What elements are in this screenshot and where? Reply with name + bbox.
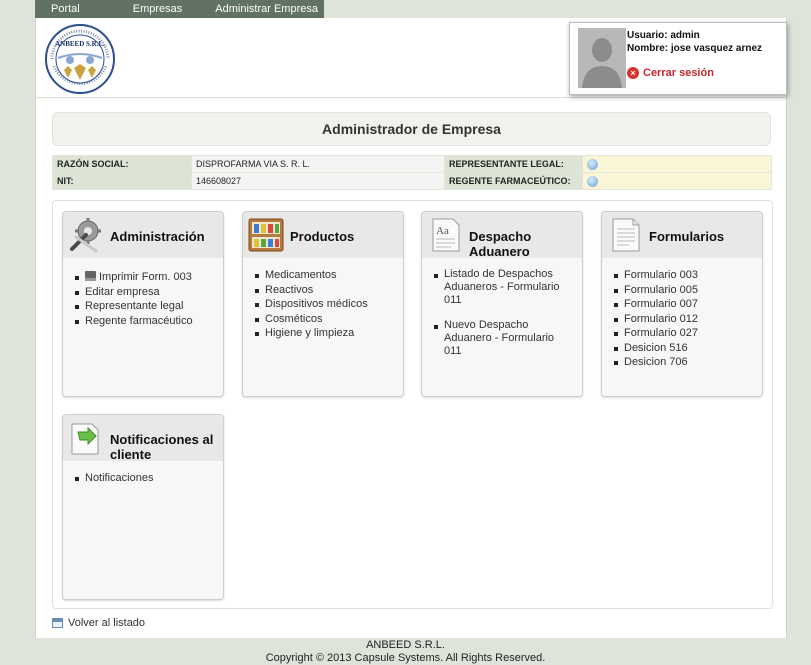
company-info-table: RAZÓN SOCIAL: DISPROFARMA VIA S. R. L. R… [52, 155, 772, 190]
link-formulario-012[interactable]: Formulario 012 [614, 312, 762, 327]
razon-social-label: RAZÓN SOCIAL: [52, 155, 192, 173]
info-icon[interactable] [587, 175, 598, 187]
card-title: Productos [290, 229, 355, 244]
nav-empresas[interactable]: Empresas [133, 0, 183, 18]
nit-value: 146608027 [191, 172, 445, 190]
link-notificaciones[interactable]: Notificaciones [75, 471, 223, 486]
shelf-products-icon [248, 218, 284, 252]
settings-tools-icon [70, 218, 101, 253]
calendar-icon [52, 618, 63, 628]
razon-social-value: DISPROFARMA VIA S. R. L. [191, 155, 445, 173]
link-editar-empresa[interactable]: Editar empresa [75, 285, 223, 300]
document-font-icon: Aa [432, 218, 460, 252]
document-icon [612, 218, 640, 252]
card-header: Productos [243, 212, 403, 258]
card-title: Administración [110, 229, 205, 244]
avatar [578, 28, 626, 88]
page-container: ANBEED S.R.L. Usuario: admin Nombre: jos… [35, 18, 787, 638]
link-nuevo-despacho[interactable]: Nuevo Despacho Aduanero - Formulario 011 [434, 319, 582, 358]
link-cosmeticos[interactable]: Cosméticos [255, 312, 403, 327]
modules-panel: Administración Imprimir Form. 003 Editar… [52, 200, 773, 609]
link-representante-legal[interactable]: Representante legal [75, 299, 223, 314]
nav-administrar-empresa[interactable]: Administrar Empresa [215, 0, 318, 18]
card-header: Formularios [602, 212, 762, 258]
svg-text:ANBEED S.R.L.: ANBEED S.R.L. [55, 40, 105, 48]
user-panel: Usuario: admin Nombre: jose vasquez arne… [569, 22, 787, 95]
card-header: Notificaciones al cliente [63, 415, 223, 462]
link-dispositivos-medicos[interactable]: Dispositivos médicos [255, 297, 403, 312]
footer-copyright: Copyright © 2013 Capsule Systems. All Ri… [265, 652, 546, 664]
logout-link[interactable]: × Cerrar sesión [627, 67, 714, 79]
link-higiene-limpieza[interactable]: Higiene y limpieza [255, 326, 403, 341]
link-imprimir-form-003[interactable]: Imprimir Form. 003 [75, 270, 223, 285]
nav-portal[interactable]: Portal [51, 0, 80, 18]
card-title: Formularios [649, 229, 725, 244]
notification-document-icon [71, 423, 99, 455]
username: Usuario: admin [627, 30, 700, 41]
regente-value [582, 172, 772, 190]
info-icon[interactable] [587, 158, 598, 170]
back-label: Volver al listado [68, 617, 146, 629]
link-formulario-005[interactable]: Formulario 005 [614, 283, 762, 298]
card-link-list: Notificaciones [63, 471, 223, 486]
link-reactivos[interactable]: Reactivos [255, 283, 403, 298]
company-logo: ANBEED S.R.L. [45, 24, 115, 94]
back-to-list-link[interactable]: Volver al listado [52, 617, 145, 629]
card-title: Notificaciones al cliente [110, 432, 214, 462]
card-notificaciones: Notificaciones al cliente Notificaciones [62, 414, 224, 600]
page-title: Administrador de Empresa [52, 112, 771, 146]
link-medicamentos[interactable]: Medicamentos [255, 268, 403, 283]
logout-label: Cerrar sesión [643, 67, 714, 79]
card-link-list: Imprimir Form. 003 Editar empresa Repres… [63, 270, 223, 328]
user-fullname: Nombre: jose vasquez arnez [627, 43, 763, 54]
representante-legal-value [582, 155, 772, 173]
footer: ANBEED S.R.L. Copyright © 2013 Capsule S… [0, 638, 811, 665]
regente-label: REGENTE FARMACEÚTICO: [444, 172, 583, 190]
user-info: Usuario: admin Nombre: jose vasquez arne… [627, 29, 762, 55]
card-link-list: Formulario 003 Formulario 005 Formulario… [602, 268, 762, 370]
printer-icon [85, 271, 96, 281]
card-despacho-aduanero: Aa Despacho Aduanero Listado de Despachos… [421, 211, 583, 397]
svg-text:Aa: Aa [436, 225, 449, 237]
link-listado-despachos[interactable]: Listado de Despachos Aduaneros - Formula… [434, 268, 582, 307]
card-header: Aa Despacho Aduanero [422, 212, 582, 259]
link-desicion-706[interactable]: Desicion 706 [614, 355, 762, 370]
representante-legal-label: REPRESENTANTE LEGAL: [444, 155, 583, 173]
card-title: Despacho Aduanero [469, 229, 532, 259]
footer-company: ANBEED S.R.L. [366, 639, 445, 651]
top-nav: Portal Empresas Administrar Empresa [35, 0, 324, 18]
link-formulario-007[interactable]: Formulario 007 [614, 297, 762, 312]
link-formulario-003[interactable]: Formulario 003 [614, 268, 762, 283]
card-administracion: Administración Imprimir Form. 003 Editar… [62, 211, 224, 397]
card-formularios: Formularios Formulario 003 Formulario 00… [601, 211, 763, 397]
card-header: Administración [63, 212, 223, 258]
close-icon: × [627, 67, 639, 79]
header: ANBEED S.R.L. Usuario: admin Nombre: jos… [36, 18, 787, 98]
card-link-list: Medicamentos Reactivos Dispositivos médi… [243, 268, 403, 341]
card-link-list: Listado de Despachos Aduaneros - Formula… [422, 268, 582, 358]
nit-label: NIT: [52, 172, 192, 190]
link-desicion-516[interactable]: Desicion 516 [614, 341, 762, 356]
card-productos: Productos Medicamentos Reactivos Disposi… [242, 211, 404, 397]
link-regente-farmaceutico[interactable]: Regente farmacéutico [75, 314, 223, 329]
link-formulario-027[interactable]: Formulario 027 [614, 326, 762, 341]
